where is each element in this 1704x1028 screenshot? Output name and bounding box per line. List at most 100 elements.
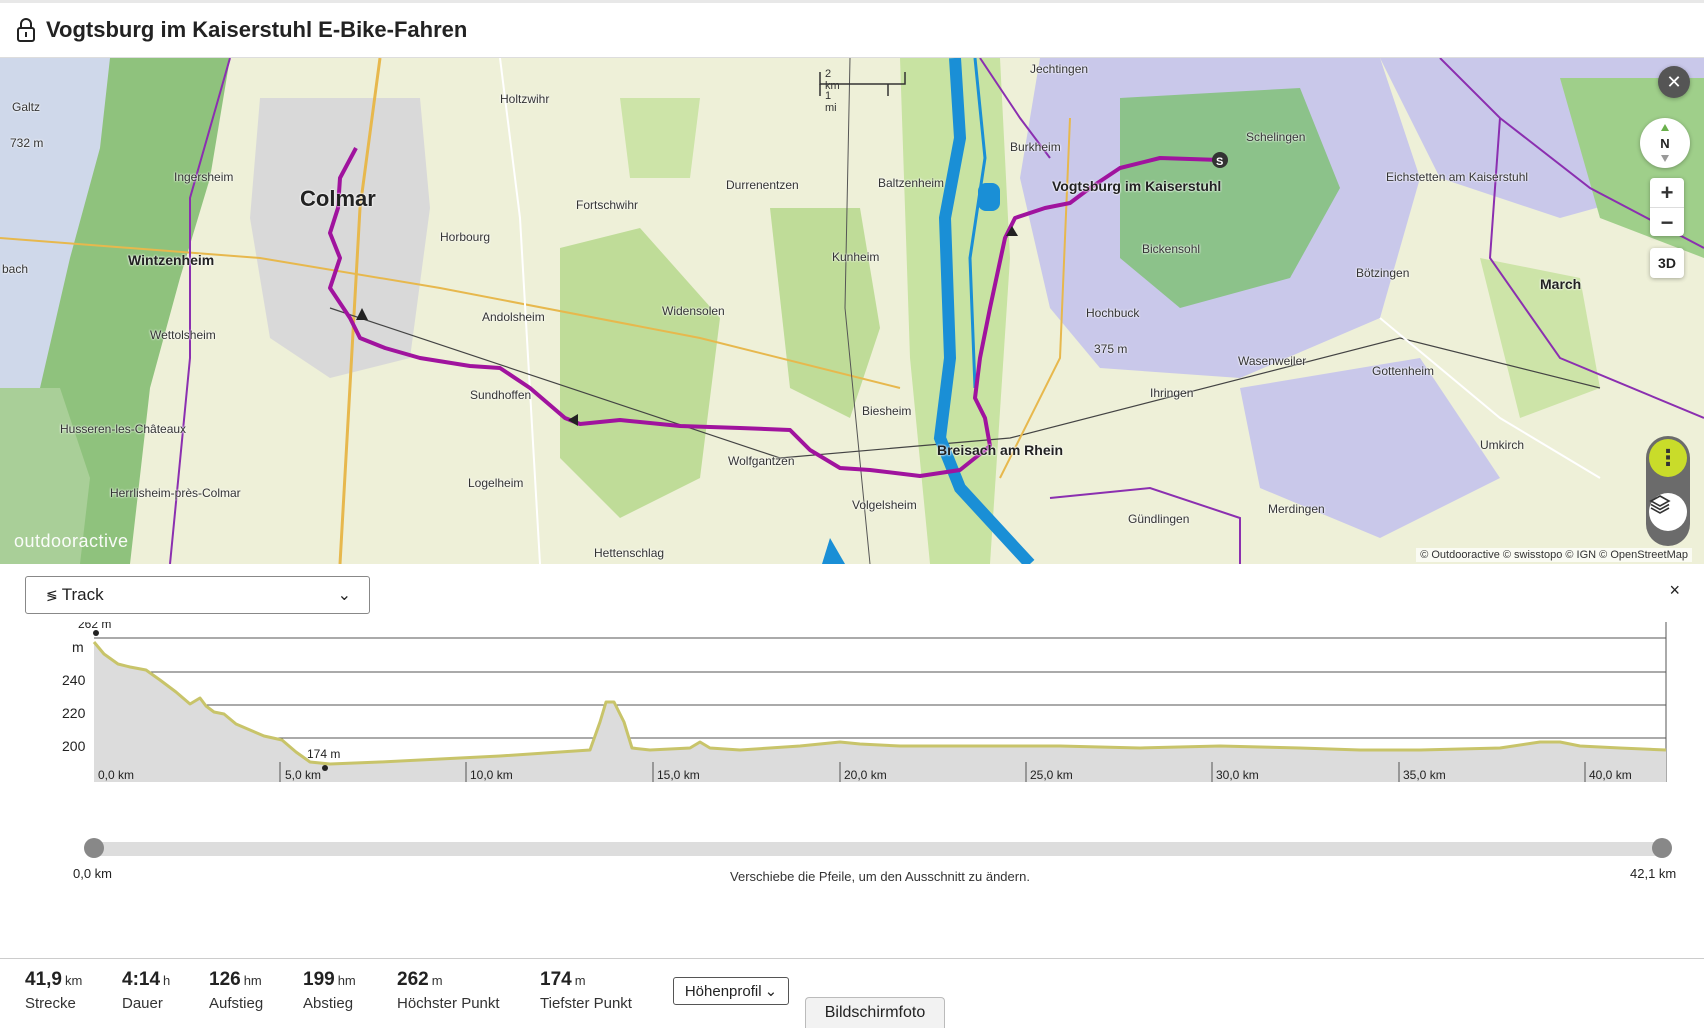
stat-duration: 4:14 h Dauer bbox=[122, 969, 170, 1012]
stat-value: 174 bbox=[540, 969, 572, 990]
place-bach: bach bbox=[2, 262, 29, 276]
chevron-down-icon: ⌄ bbox=[337, 587, 351, 604]
place-hettenschlag: Hettenschlag bbox=[594, 546, 665, 560]
zoom-out-button[interactable]: − bbox=[1650, 208, 1684, 237]
y-unit-label: m bbox=[72, 639, 84, 655]
place-logelheim: Logelheim bbox=[468, 476, 524, 490]
place-gundlingen: Gündlingen bbox=[1128, 512, 1190, 526]
page-title: Vogtsburg im Kaiserstuhl E-Bike-Fahren bbox=[46, 17, 468, 42]
more-icon: ⋮ bbox=[1657, 445, 1679, 470]
compass-button[interactable]: N bbox=[1640, 118, 1690, 168]
min-label: 174 m bbox=[307, 747, 340, 761]
place-eichstetten: Eichstetten am Kaiserstuhl bbox=[1386, 170, 1529, 184]
layers-button[interactable] bbox=[1649, 493, 1687, 531]
stat-label: Strecke bbox=[25, 995, 76, 1012]
place-baltzenheim: Baltzenheim bbox=[878, 176, 945, 190]
stat-unit: h bbox=[163, 973, 171, 988]
chevron-down-icon: ⌄ bbox=[764, 983, 778, 1000]
lock-icon bbox=[17, 18, 35, 42]
stat-unit: hm bbox=[337, 973, 356, 988]
stat-unit: m bbox=[431, 973, 443, 988]
stat-value: 199 bbox=[303, 969, 335, 990]
place-galtz-elevation: 732 m bbox=[10, 136, 44, 150]
y-tick-200: 200 bbox=[62, 738, 86, 754]
brand-watermark: outdooractive bbox=[14, 531, 129, 551]
x-tick-20: 20,0 km bbox=[844, 768, 887, 782]
place-bickensohl: Bickensohl bbox=[1142, 242, 1201, 256]
range-slider-start-handle[interactable] bbox=[84, 838, 104, 858]
stat-distance: 41,9 km Strecke bbox=[25, 969, 82, 1012]
x-tick-15: 15,0 km bbox=[657, 768, 700, 782]
place-breisach: Breisach am Rhein bbox=[937, 442, 1064, 458]
stat-unit: m bbox=[574, 973, 586, 988]
stat-label: Höchster Punkt bbox=[397, 995, 500, 1012]
stat-unit: km bbox=[64, 973, 83, 988]
place-fortschwihr: Fortschwihr bbox=[576, 198, 639, 212]
place-hochbuck: Hochbuck bbox=[1086, 306, 1140, 320]
map-close-button[interactable]: ✕ bbox=[1658, 66, 1690, 98]
place-vogtsburg: Vogtsburg im Kaiserstuhl bbox=[1052, 178, 1222, 194]
stat-value: 41,9 bbox=[25, 969, 62, 990]
map-tools-pill: ⋮ bbox=[1646, 436, 1690, 546]
stat-label: Aufstieg bbox=[209, 995, 264, 1012]
stat-value: 262 bbox=[397, 969, 429, 990]
elevation-profile-button[interactable]: Höhenprofil ⌄ bbox=[673, 977, 789, 1005]
range-slider-track[interactable] bbox=[92, 842, 1662, 856]
stat-descent: 199 hm Abstieg bbox=[303, 969, 356, 1012]
elevation-panel: ≶ Track ⌄ × 262 m 174 m m 240 220 200 0,… bbox=[0, 564, 1704, 958]
y-tick-240: 240 bbox=[62, 672, 86, 688]
elevation-profile-button-label: Höhenprofil bbox=[684, 982, 762, 1000]
track-select-value: Track bbox=[61, 585, 104, 604]
x-tick-35: 35,0 km bbox=[1403, 768, 1446, 782]
map[interactable]: S Colmar Breisach am Rhein Vogtsburg im … bbox=[0, 58, 1704, 564]
place-schelingen: Schelingen bbox=[1246, 130, 1306, 144]
stat-label: Abstieg bbox=[303, 995, 354, 1012]
svg-text:S: S bbox=[1216, 156, 1223, 168]
scale-mi: 1 mi bbox=[825, 90, 837, 114]
place-andolsheim: Andolsheim bbox=[482, 310, 545, 324]
place-march: March bbox=[1540, 276, 1582, 292]
place-ihringen: Ihringen bbox=[1150, 386, 1194, 400]
range-slider-end-handle[interactable] bbox=[1652, 838, 1672, 858]
stat-label: Dauer bbox=[122, 995, 163, 1012]
stat-unit: hm bbox=[243, 973, 262, 988]
max-label: 262 m bbox=[78, 622, 111, 631]
place-hochbuck-elevation: 375 m bbox=[1094, 342, 1128, 356]
stat-lowest-point: 174 m Tiefster Punkt bbox=[540, 969, 632, 1012]
place-horbourg: Horbourg bbox=[440, 230, 491, 244]
screenshot-tab[interactable]: Bildschirmfoto bbox=[805, 997, 945, 1028]
more-options-button[interactable]: ⋮ bbox=[1649, 439, 1687, 477]
stat-highest-point: 262 m Höchster Punkt bbox=[397, 969, 500, 1012]
stat-ascent: 126 hm Aufstieg bbox=[209, 969, 263, 1012]
close-icon: ✕ bbox=[1666, 71, 1682, 92]
stat-value: 126 bbox=[209, 969, 241, 990]
place-wolfgantzen: Wolfgantzen bbox=[728, 454, 795, 468]
panel-close-button[interactable]: × bbox=[1669, 580, 1680, 601]
x-tick-40: 40,0 km bbox=[1589, 768, 1632, 782]
layers-icon bbox=[1649, 495, 1671, 514]
x-tick-30: 30,0 km bbox=[1216, 768, 1259, 782]
place-botzingen: Bötzingen bbox=[1356, 266, 1410, 280]
place-burkheim: Burkheim bbox=[1010, 140, 1061, 154]
place-umkirch: Umkirch bbox=[1480, 438, 1524, 452]
place-biesheim: Biesheim bbox=[862, 404, 912, 418]
track-select[interactable]: ≶ Track ⌄ bbox=[25, 576, 370, 614]
scale-km: 2 km bbox=[825, 68, 840, 92]
place-gottenheim: Gottenheim bbox=[1372, 364, 1435, 378]
map-attribution: © Outdooractive © swisstopo © IGN © Open… bbox=[1416, 548, 1692, 562]
x-tick-0: 0,0 km bbox=[98, 768, 134, 782]
place-ingersheim: Ingersheim bbox=[174, 170, 234, 184]
stat-value: 4:14 bbox=[122, 969, 161, 990]
3d-button[interactable]: 3D bbox=[1650, 248, 1684, 278]
zoom-in-button[interactable]: + bbox=[1650, 178, 1684, 208]
compass-label: N bbox=[1660, 135, 1670, 151]
place-galtz: Galtz bbox=[12, 100, 41, 114]
place-herrlisheim: Herrlisheim-près-Colmar bbox=[110, 486, 241, 500]
place-merdingen: Merdingen bbox=[1268, 502, 1325, 516]
stats-bar: 41,9 km Strecke 4:14 h Dauer 126 hm Aufstie… bbox=[0, 958, 1704, 1028]
elevation-profile-chart[interactable]: 262 m 174 m m 240 220 200 0,0 km 5,0 km … bbox=[0, 622, 1704, 822]
header: Vogtsburg im Kaiserstuhl E-Bike-Fahren bbox=[0, 3, 1704, 58]
stat-label: Tiefster Punkt bbox=[540, 995, 632, 1012]
x-tick-5: 5,0 km bbox=[285, 768, 321, 782]
place-holtzwihr: Holtzwihr bbox=[500, 92, 550, 106]
